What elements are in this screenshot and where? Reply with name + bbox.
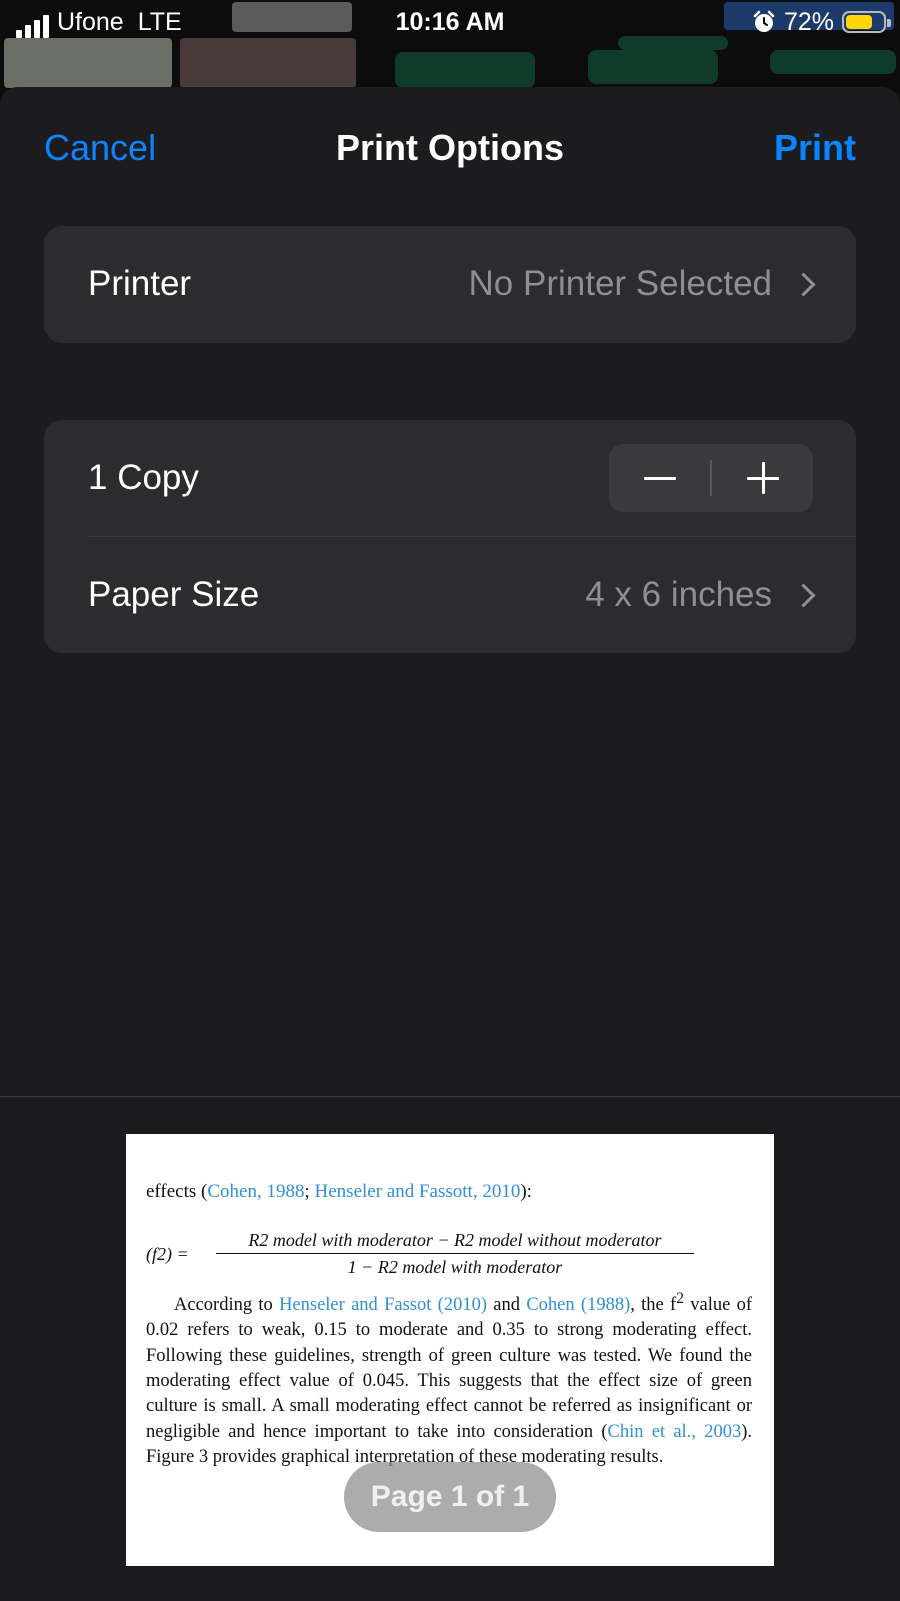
alarm-icon (753, 10, 775, 32)
copies-stepper[interactable] (609, 444, 813, 512)
cut-line-separator: ; (304, 1181, 315, 1202)
paper-size-row[interactable]: Paper Size 4 x 6 inches (44, 537, 856, 653)
printer-group: Printer No Printer Selected (44, 226, 856, 343)
citation-link: Henseler and Fassott, 2010 (314, 1181, 521, 1202)
plus-icon-vertical (762, 462, 765, 494)
print-preview-area: effects (Cohen, 1988; Henseler and Fasso… (0, 1096, 900, 1601)
formula-lhs: (f2) = (146, 1244, 189, 1264)
citation-link: Chin et al., 2003 (607, 1421, 742, 1442)
cut-line-suffix: ): (520, 1181, 532, 1202)
chevron-right-icon (791, 582, 816, 608)
formula-denominator: 1 − R2 model with moderator (347, 1257, 563, 1277)
para-and: and (487, 1295, 527, 1316)
print-button[interactable]: Print (774, 127, 856, 169)
page-title: Print Options (336, 127, 564, 168)
battery-icon (842, 11, 891, 33)
formula-numerator: R2 model with moderator − R2 model witho… (216, 1230, 694, 1254)
para-mid: , the f (630, 1295, 677, 1316)
preview-cut-line: effects (Cohen, 1988; Henseler and Fasso… (146, 1180, 532, 1204)
citation-link: Henseler and Fassot (2010) (279, 1295, 488, 1316)
preview-paragraph: According to Henseler and Fassot (2010) … (146, 1286, 752, 1470)
printer-value: No Printer Selected (468, 264, 772, 303)
increment-button[interactable] (712, 444, 813, 512)
paper-size-value: 4 x 6 inches (585, 575, 772, 614)
formula: (f2) = R2 model with moderator − R2 mode… (146, 1230, 766, 1290)
decrement-button[interactable] (609, 444, 710, 512)
superscript: 2 (676, 1290, 684, 1307)
para-body: value of 0.02 refers to weak, 0.15 to mo… (146, 1295, 752, 1442)
page-indicator: Page 1 of 1 (344, 1462, 556, 1532)
copies-row: 1 Copy (44, 420, 856, 536)
battery-percent: 72% (783, 8, 834, 36)
paper-size-label: Paper Size (88, 575, 260, 614)
para-start: According to (174, 1295, 280, 1316)
printer-row[interactable]: Printer No Printer Selected (44, 226, 856, 342)
printer-label: Printer (88, 264, 192, 303)
minus-icon (644, 477, 676, 480)
status-bar: Ufone LTE 10:16 AM 72% (0, 0, 900, 44)
citation-link: Cohen (1988) (526, 1295, 631, 1316)
copies-label: 1 Copy (88, 458, 199, 497)
chevron-right-icon (791, 271, 816, 297)
options-group: 1 Copy Paper Size 4 x 6 inches (44, 420, 856, 653)
citation-link: Cohen, 1988 (207, 1181, 305, 1202)
cut-line-prefix: effects ( (146, 1181, 208, 1202)
